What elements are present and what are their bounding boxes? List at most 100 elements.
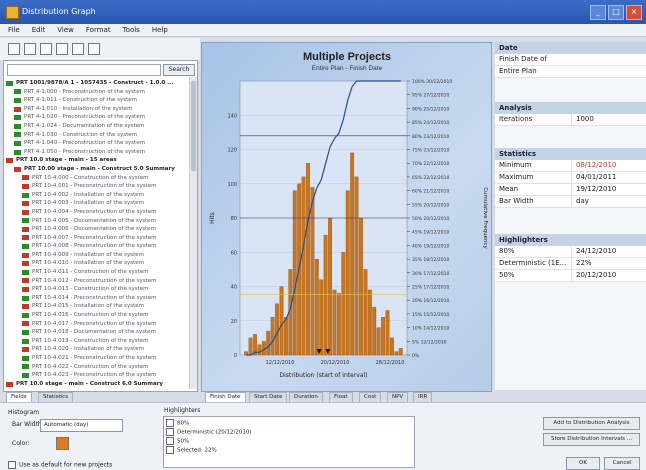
ok-button[interactable]: OK: [566, 457, 600, 470]
default-checkbox-row[interactable]: Use as default for new projects: [8, 461, 112, 469]
tree-item[interactable]: PRT 1001/9878/A 1 - 1057435 - Construct …: [6, 79, 186, 88]
highlighter-checkbox[interactable]: [166, 419, 174, 427]
status-icon: [22, 364, 29, 370]
tree-item[interactable]: PRT 4-1.024 - Documentation of the syste…: [6, 122, 186, 131]
tree-item[interactable]: PRT 10-4.006 - Documentation of the syst…: [6, 225, 186, 234]
status-icon: [22, 269, 29, 275]
maximize-button[interactable]: □: [608, 5, 624, 20]
right-tick-label: 90% 25/12/2010: [412, 106, 450, 112]
stat-label: Bar Width: [495, 196, 572, 207]
y-axis-label: Hits: [209, 212, 216, 224]
tree-item[interactable]: PRT 10-4.000 - Construction of the syste…: [6, 174, 186, 183]
menu-file[interactable]: File: [8, 24, 20, 36]
histogram-bar: [394, 351, 399, 356]
tree-item[interactable]: PRT 4-1.020 - Preconstruction of the sys…: [6, 113, 186, 122]
tree-item-label: PRT 4-1.010 - Installation of the system: [24, 105, 133, 112]
tree-item[interactable]: PRT 10-4.013 - Construction of the syste…: [6, 285, 186, 294]
add-distribution-button[interactable]: Add to Distribution Analysis: [543, 417, 640, 430]
tree-item[interactable]: PRT 4-1.030 - Construction of the system: [6, 131, 186, 140]
date-header: Date: [495, 42, 646, 54]
x-tick-label: 12/12/2010: [266, 360, 295, 366]
menu-view[interactable]: View: [57, 24, 74, 36]
tree-item-label: PRT 10-4.015 - Installation of the syste…: [32, 303, 144, 310]
tree-scrollbar[interactable]: [189, 77, 197, 389]
stat-value: 19/12/2010: [576, 185, 617, 193]
status-icon: [22, 321, 29, 327]
color-swatch[interactable]: [56, 437, 69, 450]
default-checkbox[interactable]: [8, 461, 16, 469]
expand-icon[interactable]: [8, 43, 20, 55]
tree-item[interactable]: PRT 4-1.040 - Preconstruction of the sys…: [6, 139, 186, 148]
status-icon: [22, 252, 29, 258]
tree-item[interactable]: PRT 10-4.016 - Construction of the syste…: [6, 311, 186, 320]
tree-item[interactable]: PRT 10-4.003 - Installation of the syste…: [6, 199, 186, 208]
tree-item[interactable]: PRT 10-4.005 - Documentation of the syst…: [6, 217, 186, 226]
minimize-button[interactable]: _: [590, 5, 606, 20]
bar-width-select[interactable]: Automatic (day): [40, 419, 123, 432]
menu-tools[interactable]: Tools: [123, 24, 140, 36]
right-tick-label: 15% 15/12/2010: [412, 312, 450, 318]
tree-item[interactable]: PRT 10-4.010 - Installation of the syste…: [6, 259, 186, 268]
status-icon: [22, 244, 29, 250]
status-icon: [22, 372, 29, 378]
highlighter-checkbox[interactable]: [166, 437, 174, 445]
tree-item[interactable]: PRT 10.0 stage - main - Construct 6.0 Su…: [6, 380, 186, 387]
tree-item[interactable]: PRT 10-4.020 - Installation of the syste…: [6, 345, 186, 354]
tree-item[interactable]: PRT 10.0 stage - main - 15 areas: [6, 156, 186, 165]
tree-item[interactable]: PRT 10-4.007 - Preconstruction of the sy…: [6, 234, 186, 243]
histogram-bar: [248, 337, 253, 356]
close-button[interactable]: ×: [626, 5, 642, 20]
tree-item[interactable]: PRT 10-4.021 - Preconstruction of the sy…: [6, 354, 186, 363]
right-tick-label: 70% 22/12/2010: [412, 161, 450, 167]
menu-help[interactable]: Help: [152, 24, 168, 36]
y-tick-label: 20: [231, 319, 237, 325]
right-tick-label: 10% 14/12/2010: [412, 326, 450, 332]
options-icon[interactable]: [88, 43, 100, 55]
highlighter-item[interactable]: Selected: 22%: [166, 446, 412, 455]
tree-item[interactable]: PRT 10-4.009 - Installation of the syste…: [6, 251, 186, 260]
tree-item[interactable]: PRT 10-4.014 - Preconstruction of the sy…: [6, 294, 186, 303]
tree-item[interactable]: PRT 10-4.018 - Documentation of the syst…: [6, 328, 186, 337]
tree-item[interactable]: PRT 4-1.011 - Construction of the system: [6, 96, 186, 105]
tree-item[interactable]: PRT 10-4.008 - Preconstruction of the sy…: [6, 242, 186, 251]
tree-item-label: PRT 10-4.001 - Preconstruction of the sy…: [32, 183, 157, 190]
arrow-down-icon[interactable]: [72, 43, 84, 55]
histogram-bar: [389, 337, 394, 356]
menu-edit[interactable]: Edit: [32, 24, 46, 36]
menu-format[interactable]: Format: [86, 24, 111, 36]
right-tick-label: 20% 16/12/2010: [412, 298, 450, 304]
tree-item[interactable]: PRT 10-4.019 - Construction of the syste…: [6, 337, 186, 346]
tree-item[interactable]: PRT 10-4.017 - Preconstruction of the sy…: [6, 320, 186, 329]
filter-icon[interactable]: [40, 43, 52, 55]
histogram-bar: [301, 176, 306, 356]
search-input[interactable]: [7, 64, 161, 76]
tree-item[interactable]: PRT 10-4.001 - Preconstruction of the sy…: [6, 182, 186, 191]
status-icon: [14, 166, 21, 172]
tree-item[interactable]: PRT 10-4.022 - Construction of the syste…: [6, 363, 186, 372]
highlighter-item[interactable]: 50%: [166, 437, 412, 446]
x-tick-label: 28/12/2010: [376, 360, 405, 366]
tree-item[interactable]: PRT 10-4.012 - Preconstruction of the sy…: [6, 277, 186, 286]
highlighter-checkbox[interactable]: [166, 428, 174, 436]
tree-item[interactable]: PRT 4-1.000 - Preconstruction of the sys…: [6, 88, 186, 97]
tree-item[interactable]: PRT 10.00 stage - main - Construct 5.0 S…: [6, 165, 186, 174]
search-button[interactable]: Search: [163, 64, 195, 76]
store-intervals-button[interactable]: Store Distribution Intervals ...: [543, 433, 640, 446]
tree-item[interactable]: PRT 10-4.011 - Construction of the syste…: [6, 268, 186, 277]
tree-item[interactable]: PRT 10-4.004 - Preconstruction of the sy…: [6, 208, 186, 217]
tree-item[interactable]: PRT 4-1.050 - Preconstruction of the sys…: [6, 148, 186, 157]
histogram-bar: [292, 190, 297, 356]
link-icon[interactable]: [56, 43, 68, 55]
iterations-value: 1000: [576, 115, 594, 123]
highlighter-item[interactable]: 80%: [166, 419, 412, 428]
cancel-button[interactable]: Cancel: [604, 457, 640, 470]
tree-item[interactable]: PRT 4-1.010 - Installation of the system: [6, 105, 186, 114]
highlighter-checkbox[interactable]: [166, 446, 174, 454]
collapse-icon[interactable]: [24, 43, 36, 55]
tree-item[interactable]: PRT 10-4.015 - Installation of the syste…: [6, 302, 186, 311]
right-tick-label: 35% 18/12/2010: [412, 257, 450, 263]
tree-item[interactable]: PRT 10-4.023 - Preconstruction of the sy…: [6, 371, 186, 380]
highlighter-item[interactable]: Deterministic (20/12/2010): [166, 428, 412, 437]
right-tick-label: 40% 19/12/2010: [412, 243, 450, 249]
tree-item[interactable]: PRT 10-4.002 - Installation of the syste…: [6, 191, 186, 200]
